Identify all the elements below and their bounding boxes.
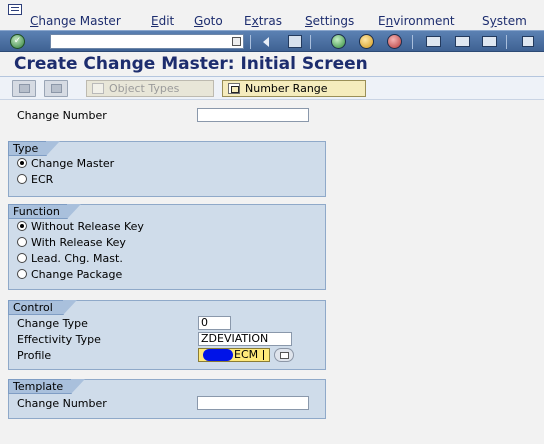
toolbar-separator <box>310 35 311 49</box>
radio-change-master[interactable]: Change Master <box>17 157 114 170</box>
standard-toolbar: ✓ <box>0 30 544 52</box>
number-range-button[interactable]: Number Range <box>222 80 366 97</box>
first-page-icon[interactable] <box>522 36 534 47</box>
display-icon-button[interactable] <box>44 80 68 97</box>
template-group: Template Change Number <box>8 379 326 419</box>
menu-bar: Change Master Edit Goto Extras Settings … <box>0 0 544 30</box>
radio-without-release-key[interactable]: Without Release Key <box>17 220 144 233</box>
page-title: Create Change Master: Initial Screen <box>14 54 368 74</box>
radio-indicator <box>17 237 27 247</box>
radio-label: Change Package <box>31 268 123 281</box>
number-range-label: Number Range <box>245 82 328 95</box>
type-group-title: Type <box>8 141 60 156</box>
object-types-icon <box>92 83 104 94</box>
template-group-title: Template <box>8 379 85 394</box>
create-icon <box>19 84 30 93</box>
toolbar-separator <box>506 35 507 49</box>
radio-with-release-key[interactable]: With Release Key <box>17 236 126 249</box>
radio-indicator <box>17 253 27 263</box>
command-field[interactable] <box>50 34 244 49</box>
change-type-label: Change Type <box>17 317 88 330</box>
create-icon-button[interactable] <box>12 80 36 97</box>
effectivity-type-label: Effectivity Type <box>17 333 101 346</box>
menu-edit[interactable]: Edit <box>151 14 174 28</box>
template-change-number-input[interactable] <box>197 396 309 410</box>
menu-goto[interactable]: Goto <box>194 14 223 28</box>
number-range-icon <box>228 83 240 94</box>
function-group: Function Without Release Key With Releas… <box>8 204 326 290</box>
cancel-icon[interactable] <box>387 34 402 49</box>
redaction-mark <box>203 349 233 361</box>
control-group-title: Control <box>8 300 77 315</box>
menu-change-master-rest: hange Master <box>38 14 121 28</box>
toolbar-separator <box>412 35 413 49</box>
effectivity-type-input[interactable]: ZDEVIATION <box>198 332 292 346</box>
control-group: Control Change Type 0 Effectivity Type Z… <box>8 300 326 370</box>
change-type-value: 0 <box>201 316 208 329</box>
menu-change-master[interactable]: Change Master <box>30 14 121 28</box>
print-icon[interactable] <box>426 36 441 47</box>
application-toolbar: Object Types Number Range <box>0 77 544 100</box>
profile-input[interactable]: ECM <box>198 348 270 362</box>
find-icon[interactable] <box>455 36 470 47</box>
template-change-number-label: Change Number <box>17 397 107 410</box>
back-icon[interactable] <box>331 34 346 49</box>
object-types-button[interactable]: Object Types <box>86 80 214 97</box>
display-icon <box>51 84 62 93</box>
profile-value: ECM <box>234 348 259 361</box>
effectivity-type-value: ZDEVIATION <box>201 332 269 345</box>
save-icon[interactable] <box>288 35 302 48</box>
change-type-input[interactable]: 0 <box>198 316 231 330</box>
toolbar-separator <box>250 35 251 49</box>
back-arrow-icon[interactable] <box>263 37 269 47</box>
radio-indicator <box>17 269 27 279</box>
menu-environment[interactable]: Environment <box>378 14 455 28</box>
title-bar: Create Change Master: Initial Screen <box>0 52 544 77</box>
radio-lead-chg-mast[interactable]: Lead. Chg. Mast. <box>17 252 123 265</box>
text-cursor <box>263 350 264 360</box>
system-menu-icon[interactable] <box>8 4 22 15</box>
radio-change-package[interactable]: Change Package <box>17 268 122 281</box>
menu-system[interactable]: System <box>482 14 527 28</box>
radio-indicator <box>17 174 27 184</box>
change-number-input[interactable] <box>197 108 309 122</box>
radio-selected-indicator <box>17 158 27 168</box>
enter-check-icon[interactable]: ✓ <box>10 34 25 49</box>
find-next-icon[interactable] <box>482 36 497 47</box>
exit-icon[interactable] <box>359 34 374 49</box>
radio-label: Without Release Key <box>31 220 144 233</box>
menu-extras[interactable]: Extras <box>244 14 282 28</box>
radio-label: Lead. Chg. Mast. <box>31 252 123 265</box>
command-history-dropdown-icon[interactable] <box>232 37 241 46</box>
object-types-label: Object Types <box>109 82 180 95</box>
possible-entries-icon[interactable] <box>274 348 294 362</box>
radio-label: Change Master <box>31 157 115 170</box>
type-group: Type Change Master ECR <box>8 141 326 197</box>
radio-ecr[interactable]: ECR <box>17 173 53 186</box>
change-number-label: Change Number <box>17 109 107 122</box>
menu-settings[interactable]: Settings <box>305 14 354 28</box>
profile-label: Profile <box>17 349 52 362</box>
function-group-title: Function <box>8 204 81 219</box>
radio-label: ECR <box>31 173 54 186</box>
radio-label: With Release Key <box>31 236 126 249</box>
radio-selected-indicator <box>17 221 27 231</box>
